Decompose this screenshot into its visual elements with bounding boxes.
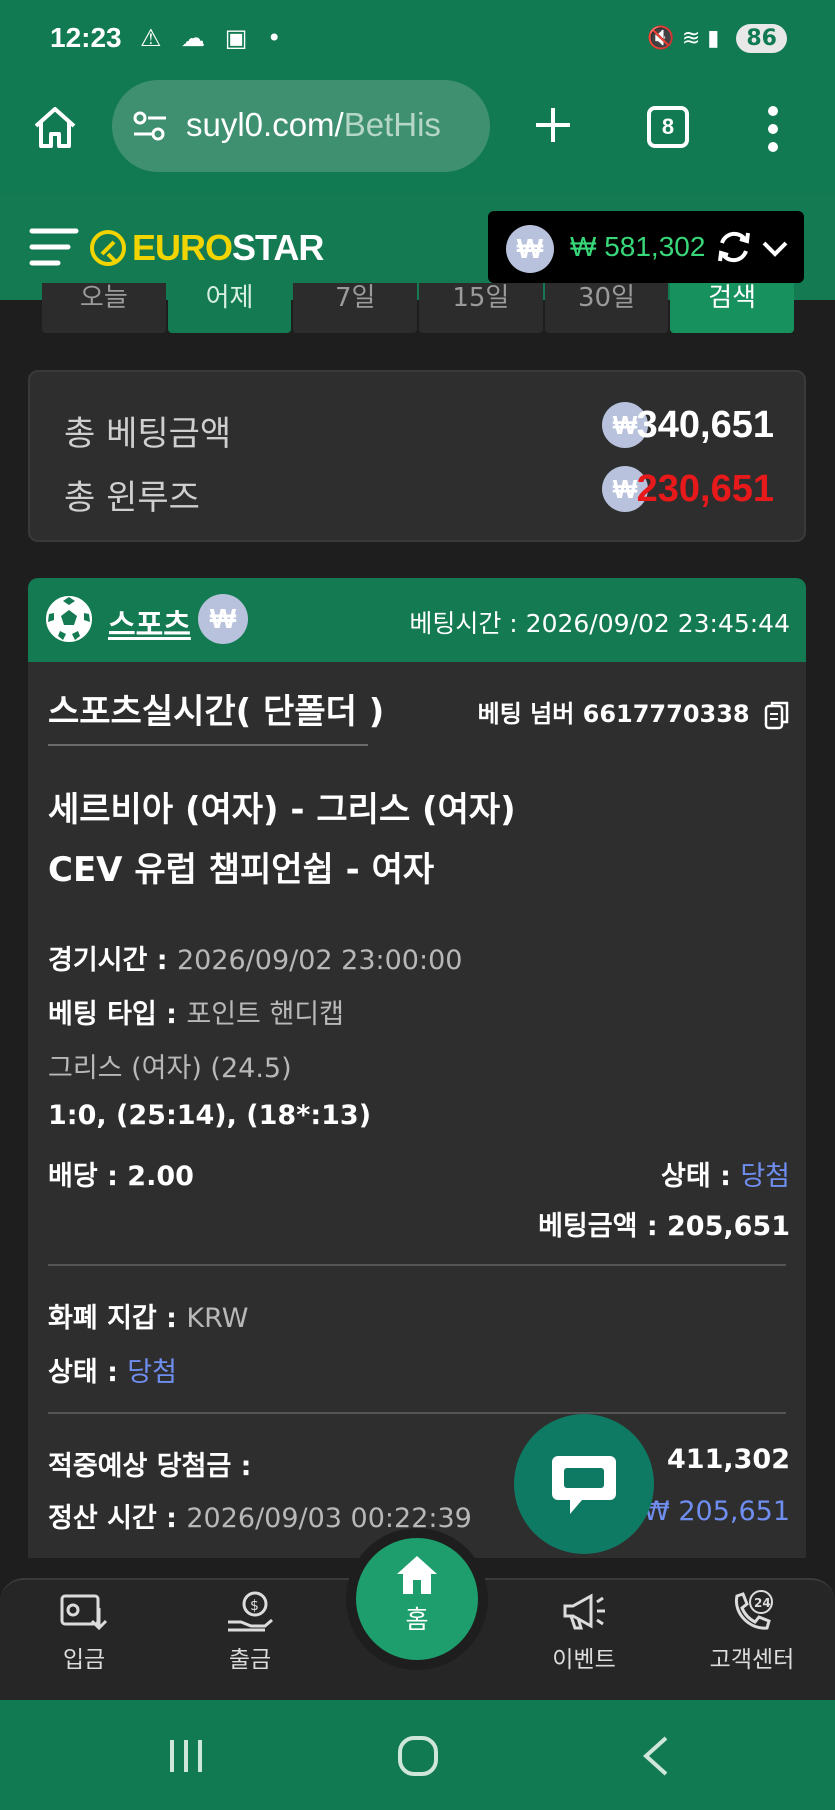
title-underline xyxy=(48,744,368,746)
wallet-balance: ₩ 581,302 xyxy=(570,231,706,262)
period-7days[interactable]: 7일 xyxy=(293,283,418,333)
bet-number: 베팅 넘버 6617770338 xyxy=(478,694,790,730)
total-bet-label: 총 베팅금액 xyxy=(64,414,232,454)
expected-win-value: 411,302 xyxy=(667,1444,790,1475)
wifi-icon: ≋ xyxy=(681,26,701,51)
withdraw-icon: $ xyxy=(228,1591,273,1632)
nav-withdraw[interactable]: $ 출금 xyxy=(190,1590,310,1690)
megaphone-icon xyxy=(563,1593,605,1630)
bet-status: 상태 : 당첨 xyxy=(661,1161,790,1192)
settle-status: 상태 : 당첨 xyxy=(48,1357,177,1388)
eurostar-logo[interactable]: EURO STAR xyxy=(88,225,324,271)
battery-indicator: 86 xyxy=(736,24,787,53)
period-today[interactable]: 오늘 xyxy=(42,283,166,333)
bet-amount: 베팅금액 : 205,651 xyxy=(538,1211,790,1242)
nav-deposit[interactable]: 입금 xyxy=(24,1590,144,1690)
bet-history-card: 스포츠 ₩ 베팅시간 : 2026/09/02 23:45:44 스포츠실시간(… xyxy=(28,578,806,1558)
match-teams: 세르비아 (여자) - 그리스 (여자) xyxy=(48,790,516,830)
currency-wallet: 화폐 지갑 : KRW xyxy=(48,1303,249,1334)
recent-apps-icon[interactable] xyxy=(166,1736,206,1776)
period-yesterday[interactable]: 어제 xyxy=(167,283,292,333)
selection: 그리스 (여자) (24.5) xyxy=(48,1053,292,1084)
system-icons: 🔇 ≋ ▮ 86 xyxy=(647,24,787,53)
svg-text:$: $ xyxy=(250,1598,259,1614)
search-button[interactable]: 검색 xyxy=(670,283,795,333)
won-coin-icon: ₩ xyxy=(506,225,554,273)
total-bet-row: 총 베팅금액 ₩ 340,651 xyxy=(64,398,774,454)
android-nav-bar xyxy=(0,1700,835,1810)
browser-home-icon[interactable] xyxy=(30,102,80,152)
divider xyxy=(48,1412,786,1414)
logo-mark-icon xyxy=(90,230,126,266)
bet-title: 스포츠실시간( 단폴더 ) xyxy=(48,692,385,732)
won-coin-icon: ₩ xyxy=(198,594,248,644)
divider xyxy=(48,1264,786,1266)
nav-event[interactable]: 이벤트 xyxy=(524,1590,644,1690)
period-15days[interactable]: 15일 xyxy=(419,283,543,333)
wallet-balance-panel[interactable]: ₩ ₩ 581,302 xyxy=(488,211,804,283)
nav-home-button[interactable]: 홈 xyxy=(346,1528,488,1670)
hamburger-menu-icon[interactable] xyxy=(28,225,80,269)
score: 1:0, (25:14), (18*:13) xyxy=(48,1100,372,1131)
android-home-icon[interactable] xyxy=(396,1734,440,1778)
new-tab-icon[interactable] xyxy=(528,100,578,150)
back-icon[interactable] xyxy=(636,1734,676,1778)
period-30days[interactable]: 30일 xyxy=(544,283,669,333)
totals-summary: 총 베팅금액 ₩ 340,651 총 윈루즈 ₩ 230,651 xyxy=(28,370,806,542)
nav-support[interactable]: 24 고객센터 xyxy=(692,1590,812,1690)
bet-time: 베팅시간 : 2026/09/02 23:45:44 xyxy=(409,609,790,638)
match-league: CEV 유럽 챔피언쉽 - 여자 xyxy=(48,850,435,890)
signal-icon: ▮ xyxy=(707,26,720,51)
site-settings-icon[interactable] xyxy=(132,110,168,142)
game-time: 경기시간 : 2026/09/02 23:00:00 xyxy=(48,945,463,976)
chat-bubble-icon xyxy=(552,1456,616,1514)
total-winloss-label: 총 윈루즈 xyxy=(64,478,200,518)
tab-switcher-button[interactable]: 8 xyxy=(647,106,689,148)
notification-icons: ⚠ ☁ ▣ • xyxy=(140,24,288,52)
odds: 배당 : 2.00 xyxy=(48,1161,194,1192)
live-chat-button[interactable] xyxy=(514,1414,654,1554)
expected-win-label: 적중예상 당첨금 : xyxy=(48,1451,252,1482)
deposit-icon xyxy=(60,1594,108,1631)
url-text: suyl0.com/BetHis xyxy=(186,106,441,143)
bet-type: 베팅 타입 : 포인트 핸디캡 xyxy=(48,999,344,1030)
chevron-down-icon[interactable] xyxy=(760,233,790,263)
address-bar[interactable]: suyl0.com/BetHis xyxy=(112,80,490,172)
period-filter: 오늘 어제 7일 15일 30일 검색 xyxy=(42,283,795,333)
home-icon xyxy=(397,1556,437,1594)
refresh-icon[interactable] xyxy=(714,227,754,267)
sport-category[interactable]: 스포츠 xyxy=(108,600,191,644)
clock: 12:23 xyxy=(50,22,122,53)
copy-icon[interactable] xyxy=(764,700,790,730)
mute-icon: 🔇 xyxy=(647,26,675,51)
total-winloss-row: 총 윈루즈 ₩ 230,651 xyxy=(64,462,774,518)
svg-text:24: 24 xyxy=(754,1596,771,1610)
settle-amount: ₩ 205,651 xyxy=(643,1496,790,1527)
total-bet-value: 340,651 xyxy=(636,404,774,446)
more-options-icon[interactable] xyxy=(766,106,780,152)
support-24-icon: 24 xyxy=(734,1590,773,1630)
browser-toolbar: suyl0.com/BetHis 8 xyxy=(0,80,835,195)
total-winloss-value: 230,651 xyxy=(636,468,774,510)
soccer-ball-icon xyxy=(46,596,92,642)
card-header: 스포츠 ₩ 베팅시간 : 2026/09/02 23:45:44 xyxy=(28,578,806,662)
status-bar: 12:23 ⚠ ☁ ▣ • 🔇 ≋ ▮ 86 xyxy=(0,0,835,80)
